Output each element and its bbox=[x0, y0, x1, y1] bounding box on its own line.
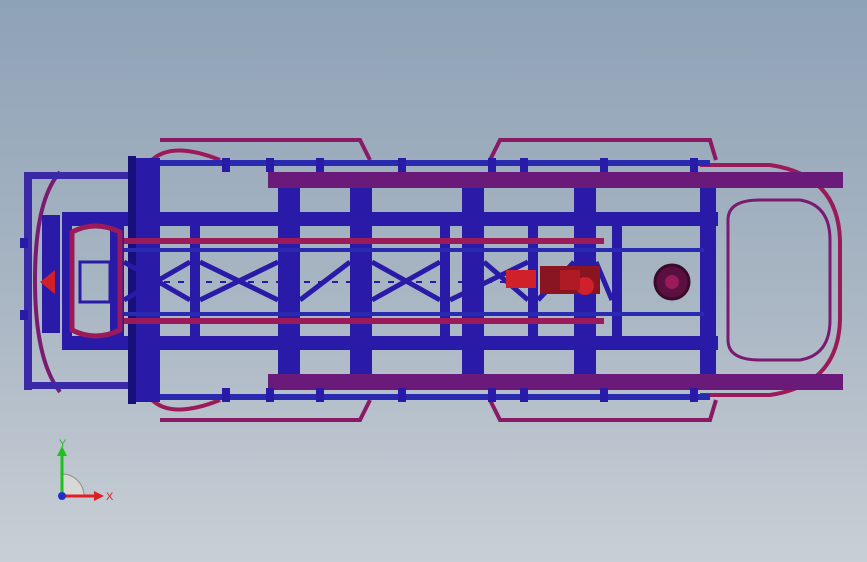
main-frame bbox=[24, 156, 718, 404]
x-axis-label: X bbox=[106, 491, 114, 503]
coordinate-triad: Y X bbox=[40, 436, 120, 516]
cad-viewport[interactable] bbox=[0, 0, 867, 562]
y-axis-label: Y bbox=[59, 438, 67, 450]
z-axis-dot bbox=[58, 492, 66, 500]
x-axis-arrowhead bbox=[94, 491, 104, 501]
rear-gear-wheel bbox=[653, 263, 691, 301]
